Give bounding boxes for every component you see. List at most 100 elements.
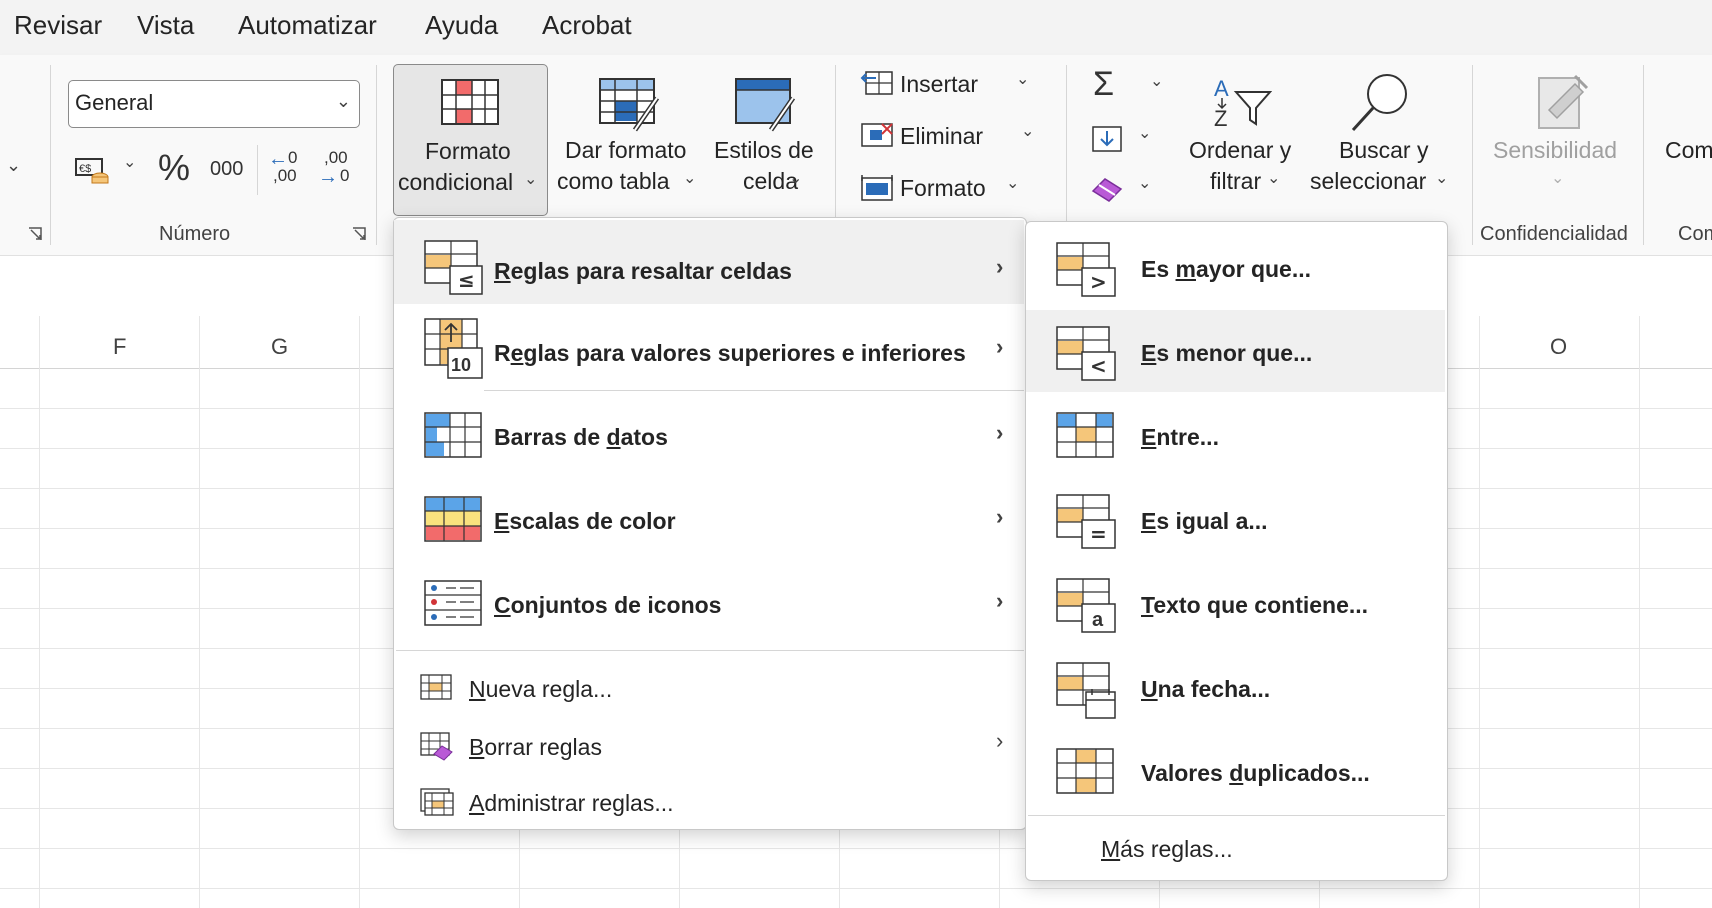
sort-filter-button[interactable]: A Z Ordenar y filtrar ⌄	[1180, 64, 1300, 214]
icon-sets-icon	[424, 580, 482, 626]
arrow-right-icon: →	[318, 166, 338, 188]
highlight-cell-rules-icon: ≤	[424, 240, 483, 295]
delete-button[interactable]: Eliminar ⌄	[858, 117, 1038, 155]
chevron-right-icon: ›	[996, 728, 1004, 753]
chevron-down-icon[interactable]: ⌄	[1138, 173, 1151, 193]
decrease-decimal-button[interactable]: ,00 → 0	[318, 148, 358, 190]
menu-item-label: Conjuntos de iconos	[494, 592, 722, 618]
dialog-launcher-icon[interactable]	[28, 227, 42, 241]
chevron-down-icon[interactable]: ⌄	[123, 152, 136, 172]
chevron-right-icon: ›	[996, 504, 1004, 529]
top-bottom-rules-icon: 10	[424, 318, 483, 379]
menu-item-label: Barras de datos	[494, 424, 668, 450]
chevron-down-icon: ⌄	[1016, 71, 1030, 88]
color-scales-icon	[424, 496, 482, 542]
group-separator	[1066, 65, 1067, 245]
svg-text:<: <	[1090, 354, 1107, 378]
chevron-down-icon[interactable]: ⌄	[6, 155, 21, 176]
find-select-button[interactable]: Buscar y seleccionar ⌄	[1305, 64, 1455, 214]
menu-item-between[interactable]: Entre...	[1026, 394, 1445, 476]
menu-item-label: Entre...	[1141, 424, 1219, 450]
tab-vista[interactable]: Vista	[137, 10, 194, 41]
conditional-format-icon	[441, 79, 499, 125]
increase-decimal-button[interactable]: ← 0 ,00	[268, 148, 304, 190]
equal-to-icon: =	[1056, 494, 1116, 549]
menu-item-less-than[interactable]: < Es menor que...	[1026, 310, 1445, 392]
dialog-launcher-icon[interactable]	[352, 227, 366, 241]
menu-item-clear-rules[interactable]: Borrar reglas ›	[394, 718, 1024, 774]
column-header-o[interactable]: O	[1550, 334, 1567, 360]
sensitivity-button[interactable]: Sensibilidad ⌄	[1485, 64, 1630, 214]
menu-item-highlight-cell-rules[interactable]: ≤ Reglas para resaltar celdas ›	[394, 220, 1024, 304]
menu-item-icon-sets[interactable]: Conjuntos de iconos ›	[394, 560, 1024, 644]
tab-revisar[interactable]: Revisar	[14, 10, 102, 41]
eraser-icon[interactable]	[1091, 175, 1125, 205]
menu-item-label: Nueva regla...	[469, 676, 613, 702]
menu-item-label: Escalas de color	[494, 508, 676, 534]
chevron-down-icon: ⌄	[335, 91, 351, 111]
menu-item-label: Es menor que...	[1141, 340, 1313, 366]
cut-off-button-label[interactable]: Com	[1665, 137, 1712, 164]
clear-rules-icon	[420, 732, 453, 761]
menu-bar: Revisar Vista Automatizar Ayuda Acrobat	[0, 0, 1712, 55]
separator	[257, 145, 258, 195]
number-format-select[interactable]: General ⌄	[68, 80, 360, 128]
thousands-separator-icon[interactable]: 000	[210, 158, 243, 181]
svg-text:Z: Z	[1214, 106, 1227, 131]
menu-item-label: Valores duplicados...	[1141, 760, 1370, 786]
conditional-format-button[interactable]: Formato condicional ⌄	[393, 64, 548, 216]
conditional-format-menu: ≤ Reglas para resaltar celdas › 10 Regla…	[393, 217, 1027, 830]
menu-item-data-bars[interactable]: Barras de datos ›	[394, 392, 1024, 476]
percent-icon[interactable]: %	[158, 147, 190, 189]
chevron-down-icon[interactable]: ⌄	[1138, 123, 1151, 143]
menu-item-a-date[interactable]: Una fecha...	[1026, 646, 1445, 728]
data-bars-icon	[424, 412, 482, 458]
menu-item-text-contains[interactable]: a Texto que contiene...	[1026, 562, 1445, 644]
format-cells-button[interactable]: Formato ⌄	[858, 169, 1038, 207]
tab-acrobat[interactable]: Acrobat	[542, 10, 632, 41]
group-label-confidencialidad: Confidencialidad	[1480, 223, 1628, 245]
menu-item-new-rule[interactable]: Nueva regla...	[394, 660, 1024, 716]
chevron-down-icon: ⌄	[1021, 123, 1035, 140]
menu-item-equal-to[interactable]: = Es igual a...	[1026, 478, 1445, 560]
menu-item-label: Reglas para valores superiores e inferio…	[494, 340, 966, 366]
format-as-table-button[interactable]: Dar formato como tabla ⌄	[555, 64, 696, 214]
fill-down-icon[interactable]	[1091, 125, 1125, 155]
chevron-down-icon: ⌄	[524, 171, 538, 188]
autosum-icon[interactable]: Σ	[1093, 65, 1114, 104]
column-header-f[interactable]: F	[113, 334, 126, 360]
menu-item-manage-rules[interactable]: Administrar reglas...	[394, 776, 1024, 826]
menu-item-label: Es mayor que...	[1141, 256, 1312, 282]
menu-item-label: Administrar reglas...	[469, 790, 674, 816]
svg-text:10: 10	[451, 355, 471, 375]
menu-item-color-scales[interactable]: Escalas de color ›	[394, 476, 1024, 560]
chevron-down-icon: ⌄	[789, 170, 803, 187]
between-icon	[1056, 412, 1114, 458]
tab-automatizar[interactable]: Automatizar	[238, 10, 377, 41]
sort-filter-icon: A Z	[1214, 76, 1272, 131]
chevron-right-icon: ›	[996, 420, 1004, 445]
chevron-right-icon: ›	[996, 254, 1004, 279]
chevron-right-icon: ›	[996, 588, 1004, 613]
insert-cells-icon	[860, 71, 893, 95]
chevron-down-icon[interactable]: ⌄	[1150, 71, 1163, 91]
insert-button[interactable]: Insertar ⌄	[858, 65, 1038, 103]
date-occurring-icon	[1056, 662, 1116, 719]
chevron-right-icon: ›	[996, 334, 1004, 359]
search-icon	[1351, 74, 1407, 132]
cell-styles-button[interactable]: Estilos de celda ⌄	[705, 64, 825, 214]
tab-ayuda[interactable]: Ayuda	[425, 10, 498, 41]
svg-text:€$: €$	[79, 163, 91, 175]
menu-item-top-bottom-rules[interactable]: 10 Reglas para valores superiores e infe…	[394, 304, 1024, 388]
delete-cells-icon	[861, 123, 893, 147]
menu-divider	[484, 390, 1024, 391]
menu-item-greater-than[interactable]: > Es mayor que...	[1026, 226, 1445, 308]
menu-item-label: Reglas para resaltar celdas	[494, 258, 792, 284]
column-header-g[interactable]: G	[271, 334, 288, 360]
menu-item-duplicate-values[interactable]: Valores duplicados...	[1026, 730, 1445, 812]
accounting-format-icon[interactable]: €$	[75, 155, 111, 185]
chevron-down-icon: ⌄	[1551, 170, 1565, 187]
format-as-table-icon	[599, 78, 660, 132]
menu-item-more-rules[interactable]: Más reglas...	[1026, 820, 1445, 876]
cell-styles-icon	[735, 78, 796, 132]
